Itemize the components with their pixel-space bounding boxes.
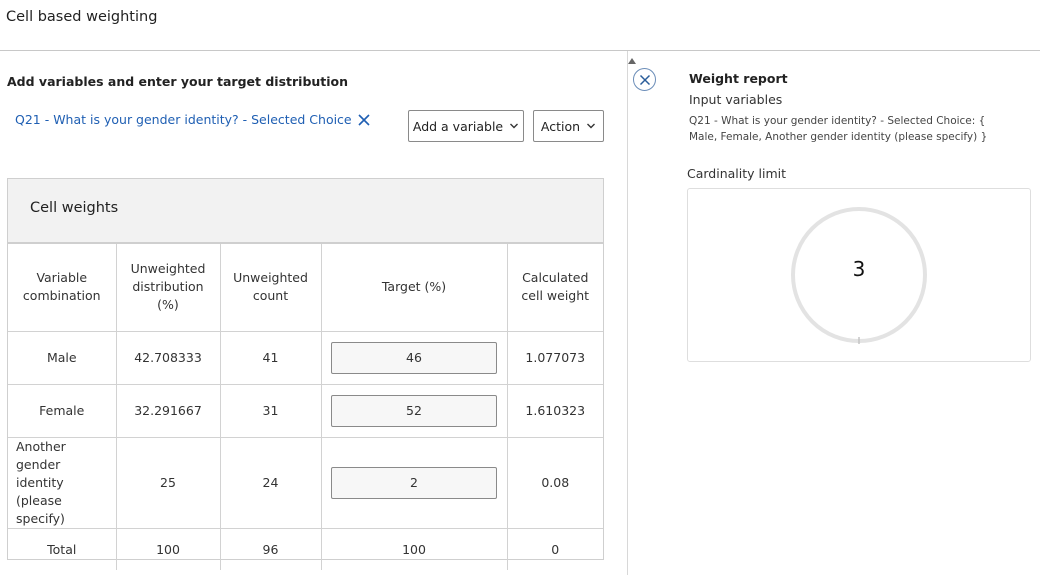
action-button[interactable]: Action [533, 110, 604, 142]
target-cell [321, 331, 508, 385]
cardinality-card: 3 [687, 188, 1031, 362]
table-row: Male 42.708333 41 1.077073 [8, 331, 603, 385]
distribution-cell: 25 [116, 437, 221, 529]
total-count: 96 [220, 528, 322, 570]
total-distribution: 100 [116, 528, 221, 570]
target-input[interactable] [331, 394, 497, 427]
weight-cell: 1.077073 [507, 331, 603, 385]
total-weight: 0 [551, 541, 560, 557]
table-row: Female 32.291667 31 1.610323 [8, 384, 603, 438]
weighting-editor: Add variables and enter your target dist… [0, 51, 627, 575]
chevron-down-icon [510, 123, 519, 129]
chevron-down-icon [587, 123, 596, 129]
column-header: Unweighted distribution (%) [116, 244, 221, 332]
cell-weights-table: Variable combination Unweighted distribu… [8, 244, 603, 570]
column-header: Variable combination [8, 244, 117, 332]
page-title: Cell based weighting [6, 9, 158, 25]
variable-cell: Male [8, 331, 117, 385]
target-cell [321, 437, 508, 529]
page-header: Cell based weighting [0, 0, 1040, 51]
column-header: Unweighted count [220, 244, 322, 332]
table-row: Another gender identity (please specify)… [8, 437, 603, 529]
weight-cell: 1.610323 [507, 384, 603, 438]
weight-cell: 0.08 [507, 437, 603, 529]
selected-variable-label[interactable]: Q21 - What is your gender identity? - Se… [15, 112, 352, 127]
target-input[interactable] [331, 466, 497, 499]
cardinality-limit-label: Cardinality limit [687, 166, 787, 181]
count-cell: 24 [220, 437, 322, 529]
target-cell [321, 384, 508, 438]
panel-divider [627, 51, 628, 575]
target-input[interactable] [331, 341, 497, 374]
variable-cell: Another gender identity (please specify) [8, 437, 117, 529]
cardinality-value: 3 [852, 257, 866, 281]
add-variable-label: Add a variable [412, 118, 504, 134]
total-label: Total [8, 528, 117, 570]
total-row: Total 100 96 100 0 [8, 528, 603, 570]
distribution-cell: 42.708333 [116, 331, 221, 385]
total-target: 100 [321, 528, 508, 570]
variable-cell: Female [8, 384, 117, 438]
section-title: Add variables and enter your target dist… [7, 74, 349, 89]
selected-variable-chip[interactable]: Q21 - What is your gender identity? - Se… [15, 112, 371, 127]
scroll-up-icon[interactable] [628, 58, 636, 64]
weight-report-panel: Weight report Input variables Q21 - What… [641, 51, 1040, 575]
action-label: Action [540, 118, 581, 134]
distribution-cell: 32.291667 [116, 384, 221, 438]
cell-weights-card: Cell weights Variable combination Unweig… [7, 178, 604, 570]
input-variables-text: Q21 - What is your gender identity? - Se… [689, 115, 988, 143]
cell-weights-title: Cell weights [8, 179, 603, 244]
column-header: Calculated cell weight [507, 244, 603, 332]
input-variables-label: Input variables [689, 92, 783, 107]
table-header-row: Variable combination Unweighted distribu… [8, 244, 603, 332]
add-variable-button[interactable]: Add a variable [408, 110, 524, 142]
remove-variable-icon[interactable] [357, 113, 371, 127]
weight-report-title: Weight report [689, 71, 788, 86]
count-cell: 31 [220, 384, 322, 438]
column-header: Target (%) [321, 244, 508, 332]
count-cell: 41 [220, 331, 322, 385]
